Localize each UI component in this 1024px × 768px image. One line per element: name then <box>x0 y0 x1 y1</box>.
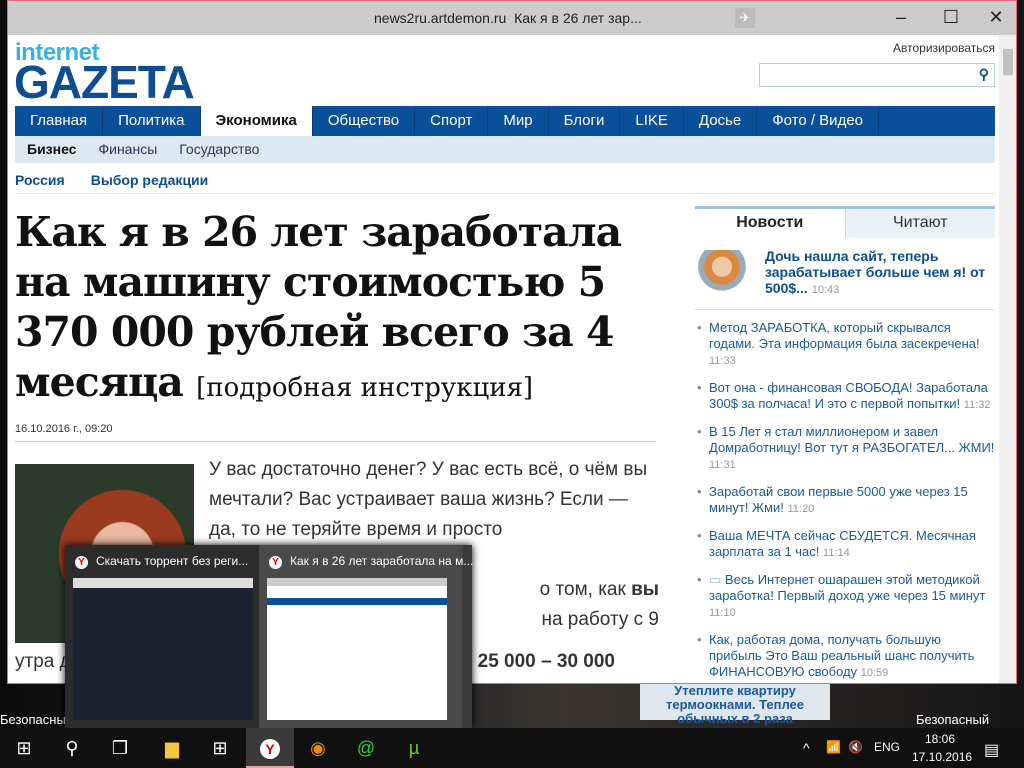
safe-mode-label-left: Безопасный <box>0 712 74 727</box>
nav-item[interactable]: Общество <box>313 106 416 136</box>
clock-date[interactable]: 17.10.2016 <box>912 750 972 764</box>
title-bar[interactable]: news2ru.artdemon.ru Как я в 26 лет зар..… <box>8 1 1016 35</box>
task-view-icon[interactable]: ❐ <box>96 728 144 768</box>
nav-item[interactable]: Спорт <box>415 106 489 136</box>
subnav-item[interactable]: Государство <box>179 136 259 163</box>
language-indicator[interactable]: ENG <box>874 740 900 754</box>
news-item[interactable]: Как, работая дома, получать большую приб… <box>695 632 995 681</box>
nav-item[interactable]: Политика <box>103 106 201 136</box>
news-item[interactable]: ▭ Весь Интернет ошарашен этой методикой … <box>695 572 995 621</box>
featured-news[interactable]: Дочь нашла сайт, теперь зарабатывает бол… <box>695 248 995 310</box>
thumbnail-preview <box>267 578 447 720</box>
scrollbar-thumb[interactable] <box>1003 49 1013 75</box>
nav-item[interactable]: Фото / Видео <box>757 106 880 136</box>
nav-item[interactable]: Мир <box>488 106 549 136</box>
article-date: 16.10.2016 г., 09:20 <box>15 423 113 435</box>
start-button[interactable]: ⊞ <box>0 728 48 768</box>
file-explorer-icon[interactable]: ▆ <box>148 728 196 768</box>
search-icon[interactable]: ⚲ <box>48 728 96 768</box>
tab-read[interactable]: Читают <box>844 209 995 238</box>
nav-item[interactable]: Блоги <box>549 106 621 136</box>
featured-image <box>698 250 746 298</box>
news-item[interactable]: Ваша МЕЧТА сейчас СБУДЕТСЯ. Месячная зар… <box>695 528 995 561</box>
utorrent-icon[interactable]: µ <box>390 728 438 768</box>
article-title: Как я в 26 лет заработала на машину стои… <box>15 208 622 406</box>
volume-muted-icon[interactable]: 🔇 <box>848 740 863 754</box>
news-item[interactable]: Вот она - финансовая СВОБОДА! Заработала… <box>695 380 995 413</box>
video-icon: ▭ <box>709 572 722 587</box>
network-icon[interactable]: 📶 <box>826 740 841 754</box>
desktop-ad[interactable]: Утеплите квартиру термоокнами. Теплее об… <box>640 684 830 726</box>
article-title-suffix: [подробная инструкция] <box>196 373 534 403</box>
yandex-icon: Y <box>269 556 282 569</box>
media-app-icon[interactable]: ◉ <box>294 728 342 768</box>
thumbnail-preview <box>73 578 253 720</box>
taskbar: ⊞ ⚲ ❐ ▆ ⊞ Y ◉ @ µ ^ 📶 🔇 ENG 18:06 17.10.… <box>0 728 1024 768</box>
search-icon[interactable]: ⚲ <box>979 66 989 83</box>
yandex-browser-icon[interactable]: Y <box>246 728 294 768</box>
news-item[interactable]: Заработай свои первые 5000 уже через 15 … <box>695 484 995 517</box>
thumbnail-gazeta[interactable]: Y Как я в 26 лет заработала на м... <box>259 545 473 728</box>
sub-nav: Бизнес Финансы Государство <box>15 136 995 163</box>
nav-item[interactable]: LIKE <box>620 106 684 136</box>
tray-chevron-icon[interactable]: ^ <box>803 740 810 756</box>
main-nav: Главная Политика Экономика Общество Спор… <box>15 106 995 136</box>
clock-time[interactable]: 18:06 <box>925 732 955 746</box>
subnav-item-active[interactable]: Бизнес <box>27 136 76 163</box>
mail-agent-icon[interactable]: @ <box>342 728 390 768</box>
news-item[interactable]: Метод ЗАРАБОТКА, который скрывался годам… <box>695 320 995 369</box>
rocket-icon[interactable]: ✈ <box>735 8 755 28</box>
tab-news[interactable]: Новости <box>695 209 845 238</box>
subnav-item[interactable]: Финансы <box>98 136 157 163</box>
nav-item[interactable]: Досье <box>684 106 758 136</box>
tag-link[interactable]: Выбор редакции <box>91 172 209 188</box>
store-icon[interactable]: ⊞ <box>196 728 244 768</box>
maximize-button[interactable]: ☐ <box>936 7 966 28</box>
thumbnail-torrent[interactable]: Y Скачать торрент без реги... <box>65 545 268 728</box>
close-button[interactable]: ✕ <box>981 7 1011 28</box>
tags: Россия Выбор редакции <box>15 172 208 188</box>
taskbar-thumbnail-popup: Y Скачать торрент без реги... Y Как я в 26… <box>65 545 473 728</box>
scrollbar[interactable] <box>999 35 1016 683</box>
news-item[interactable]: В 15 Лет я стал миллионером и завел Домр… <box>695 424 995 473</box>
tag-link[interactable]: Россия <box>15 172 65 188</box>
minimize-button[interactable]: – <box>886 7 916 28</box>
search-input[interactable]: ⚲ <box>759 63 995 87</box>
nav-item[interactable]: Главная <box>15 106 104 136</box>
notifications-icon[interactable]: ▤ <box>984 740 999 760</box>
news-sidebar: Новости Читают Дочь нашла сайт, теперь з… <box>695 206 995 683</box>
login-link[interactable]: Авторизироваться <box>893 41 995 55</box>
logo-gazeta[interactable]: GAZETA <box>14 55 195 109</box>
window-title: news2ru.artdemon.ru Как я в 26 лет зар..… <box>374 10 642 26</box>
divider <box>15 193 995 194</box>
divider <box>15 441 656 442</box>
yandex-icon: Y <box>75 556 88 569</box>
nav-item-active[interactable]: Экономика <box>200 106 313 136</box>
